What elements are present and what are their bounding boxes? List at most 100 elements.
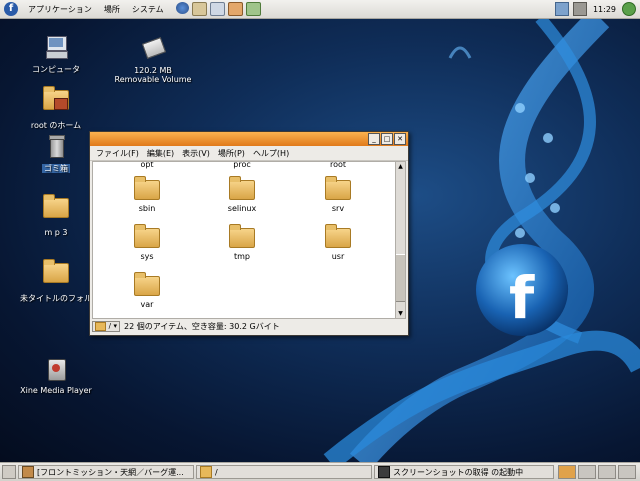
folder-item-srv[interactable]: srv — [303, 176, 373, 213]
folder-item-usr[interactable]: usr — [303, 224, 373, 261]
vertical-scrollbar[interactable]: ▲ ▼ — [395, 161, 406, 319]
folder-icon — [134, 176, 160, 200]
taskbar-button-label: スクリーンショットの取得 の起動中 — [393, 467, 524, 477]
removable-drive-icon — [140, 36, 167, 62]
applications-menu[interactable]: アプリケーション — [22, 4, 98, 15]
screenshot-icon — [378, 466, 390, 478]
folder-icon — [134, 272, 160, 296]
taskbar-button-file-manager[interactable]: / — [196, 465, 372, 479]
folder-icon — [325, 224, 351, 248]
chevron-down-icon: ▾ — [113, 322, 117, 330]
system-menu[interactable]: システム — [126, 4, 170, 15]
show-desktop-icon[interactable] — [2, 465, 16, 479]
spreadsheet-launcher-icon[interactable] — [245, 2, 261, 16]
update-notifier-icon[interactable] — [622, 2, 636, 16]
taskbar-button-label: [フロントミッション・天網／バーグ運... — [37, 467, 184, 477]
folder-item-label: proc — [233, 161, 251, 169]
network-icon[interactable] — [554, 2, 569, 16]
file-view: opt proc root sbin selinux srv sys tmp u… — [92, 161, 398, 319]
presentation-launcher-icon[interactable] — [227, 2, 243, 16]
workspace-4[interactable] — [618, 465, 636, 479]
folder-item-label: selinux — [227, 204, 257, 213]
desktop-icon-xine[interactable]: Xine Media Player — [12, 356, 100, 395]
folder-item-label: sbin — [138, 204, 156, 213]
browser-launcher-icon[interactable] — [175, 2, 189, 14]
window-controls: _ □ ✕ — [368, 133, 406, 145]
folder-icon — [325, 176, 351, 200]
folder-item-selinux[interactable]: selinux — [207, 176, 277, 213]
minimize-button[interactable]: _ — [368, 133, 380, 145]
taskbar-button-game[interactable]: [フロントミッション・天網／バーグ運... — [18, 465, 194, 479]
folder-item-var[interactable]: var — [112, 272, 182, 309]
desktop-icon-root-home[interactable]: root のホーム — [12, 84, 100, 131]
folder-item-root[interactable]: root — [303, 161, 373, 169]
scrollbar-thumb[interactable] — [396, 254, 405, 302]
folder-icon — [43, 194, 69, 224]
folder-icon — [200, 466, 212, 478]
window-menubar: ファイル(F) 編集(E) 表示(V) 場所(P) ヘルプ(H) — [90, 146, 408, 161]
folder-item-label: root — [329, 161, 347, 169]
folder-icon — [43, 259, 69, 289]
menu-help[interactable]: ヘルプ(H) — [251, 148, 295, 159]
location-path: / — [108, 322, 111, 330]
workspace-switcher — [558, 465, 640, 479]
desktop-icon-label: root のホーム — [30, 121, 82, 130]
places-menu[interactable]: 場所 — [98, 4, 126, 15]
folder-item-label: srv — [331, 204, 345, 213]
folder-item-proc[interactable]: proc — [207, 161, 277, 169]
bottom-panel: [フロントミッション・天網／バーグ運... / スクリーンショットの取得 の起動… — [0, 462, 640, 481]
window-statusbar: / ▾ 22 個のアイテム、空き容量: 30.2 Gバイト — [92, 320, 404, 332]
document-launcher-icon[interactable] — [209, 2, 225, 16]
svg-text:f: f — [509, 264, 535, 332]
location-button[interactable]: / ▾ — [92, 320, 120, 332]
taskbar-button-screenshot[interactable]: スクリーンショットの取得 の起動中 — [374, 465, 554, 479]
folder-item-label: opt — [140, 161, 154, 169]
folder-item-label: var — [140, 300, 154, 309]
media-player-icon — [43, 356, 69, 382]
desktop-icon-label: 120.2 MB Removable Volume — [114, 66, 192, 84]
folder-item-tmp[interactable]: tmp — [207, 224, 277, 261]
desktop-icon-label: コンピュータ — [32, 65, 80, 74]
taskbar-button-label: / — [215, 467, 218, 477]
scroll-down-arrow-icon[interactable]: ▼ — [396, 309, 405, 318]
mail-launcher-icon[interactable] — [191, 2, 207, 16]
folder-icon — [229, 176, 255, 200]
volume-icon[interactable] — [572, 2, 587, 16]
desktop-icon-label: Xine Media Player — [20, 386, 92, 395]
workspace-1[interactable] — [558, 465, 576, 479]
desktop-icon-computer[interactable]: コンピュータ — [12, 34, 100, 75]
maximize-button[interactable]: □ — [381, 133, 393, 145]
file-manager-window: _ □ ✕ ファイル(F) 編集(E) 表示(V) 場所(P) ヘルプ(H) o… — [89, 131, 409, 336]
system-tray: 11:29 — [554, 2, 640, 16]
folder-item-sbin[interactable]: sbin — [112, 176, 182, 213]
desktop-icon-label: m p 3 — [44, 228, 68, 237]
clock[interactable]: 11:29 — [593, 5, 616, 14]
folder-item-sys[interactable]: sys — [112, 224, 182, 261]
folder-icon — [134, 224, 160, 248]
workspace-2[interactable] — [578, 465, 596, 479]
close-button[interactable]: ✕ — [394, 133, 406, 145]
desktop-icon-trash[interactable]: ゴミ箱 — [12, 133, 100, 174]
folder-icon — [229, 224, 255, 248]
folder-item-label: usr — [331, 252, 345, 261]
home-folder-icon — [43, 86, 69, 116]
desktop-icon-removable-volume[interactable]: 120.2 MB Removable Volume — [109, 36, 197, 84]
folder-item-label: tmp — [233, 252, 250, 261]
folder-icon — [95, 321, 106, 331]
menu-file[interactable]: ファイル(F) — [94, 148, 145, 159]
computer-icon — [43, 34, 69, 60]
folder-item-opt[interactable]: opt — [112, 161, 182, 169]
folder-item-label: sys — [140, 252, 154, 261]
window-titlebar[interactable]: _ □ ✕ — [90, 132, 408, 146]
desktop-icon-mp3-folder[interactable]: m p 3 — [12, 192, 100, 237]
top-panel: f アプリケーション 場所 システム 11:29 — [0, 0, 640, 19]
scroll-up-arrow-icon[interactable]: ▲ — [396, 162, 405, 171]
menu-places[interactable]: 場所(P) — [216, 148, 251, 159]
window-icon — [22, 466, 34, 478]
fedora-logo-icon[interactable]: f — [4, 2, 18, 16]
launcher-bar — [175, 2, 261, 16]
menu-view[interactable]: 表示(V) — [180, 148, 216, 159]
menu-edit[interactable]: 編集(E) — [145, 148, 180, 159]
trash-icon — [43, 133, 69, 159]
workspace-3[interactable] — [598, 465, 616, 479]
